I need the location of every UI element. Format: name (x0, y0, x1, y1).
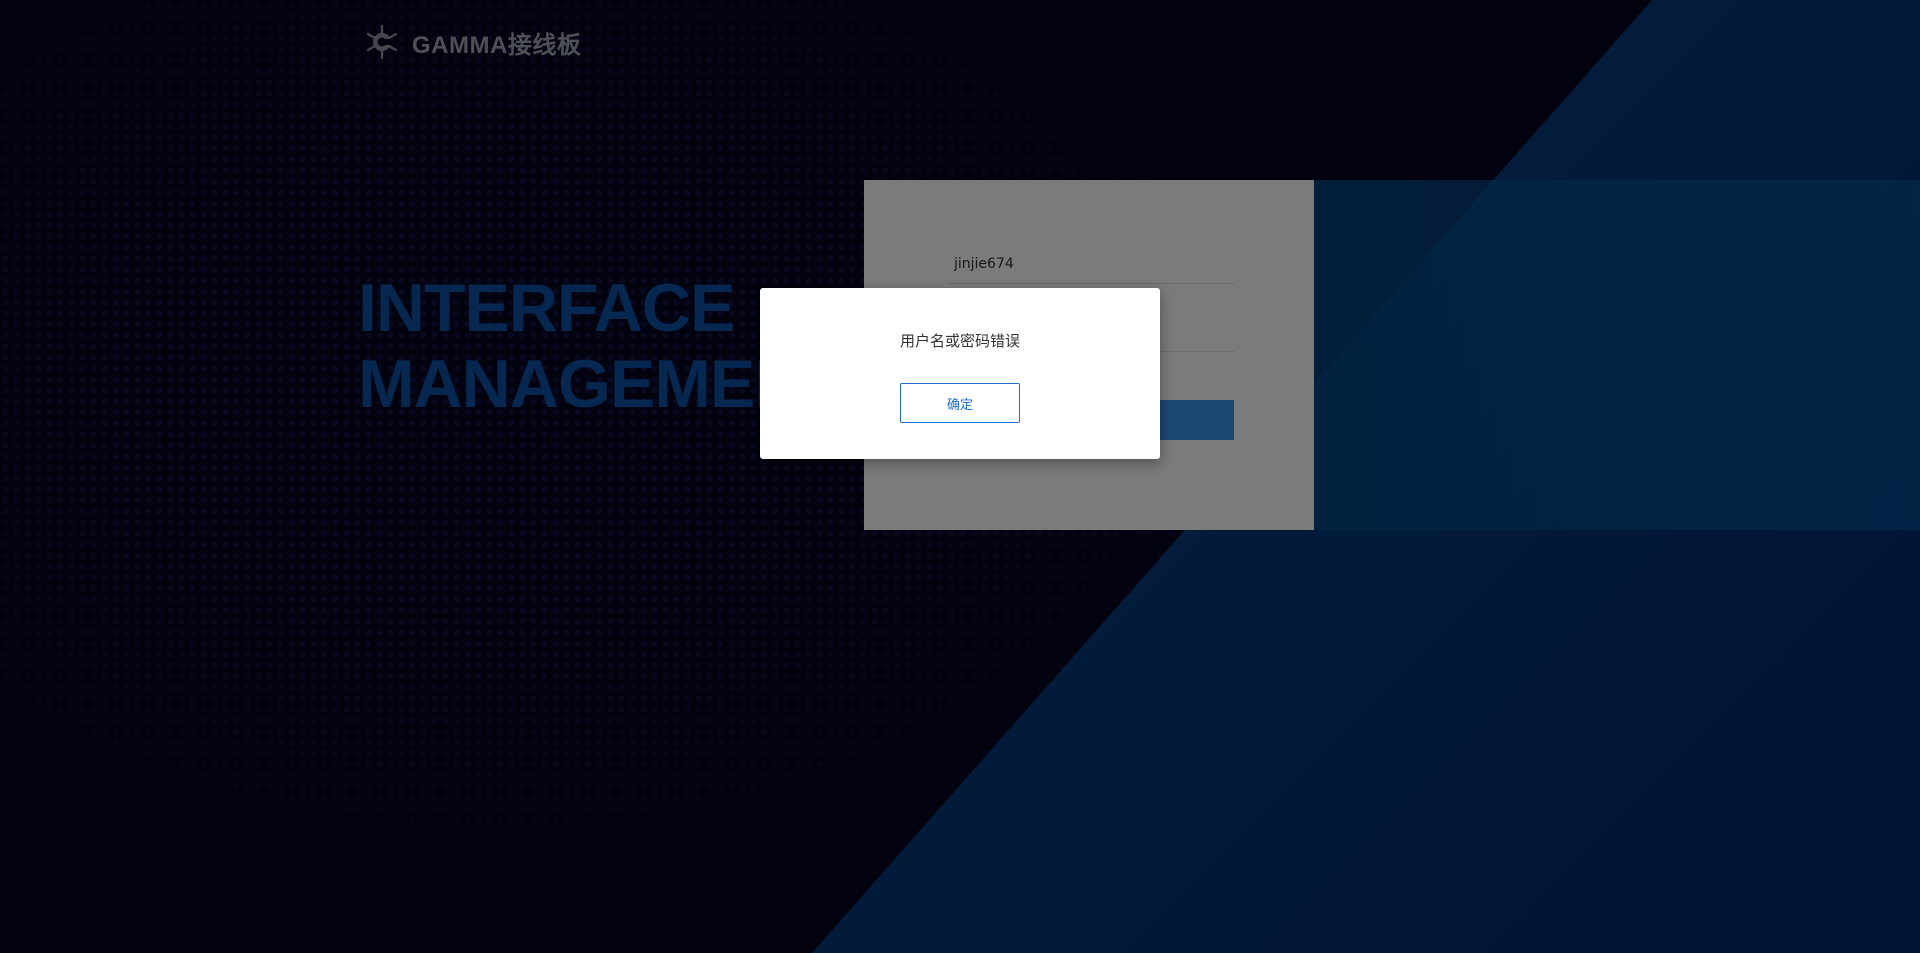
error-dialog: 用户名或密码错误 确定 (760, 288, 1160, 459)
confirm-button[interactable]: 确定 (900, 383, 1020, 423)
error-message: 用户名或密码错误 (899, 332, 1020, 350)
modal-overlay (0, 0, 1920, 953)
login-page: GAMMA接线板 INTERFACE MANAGEMENT 用户名或密码错误 确… (0, 0, 1920, 953)
